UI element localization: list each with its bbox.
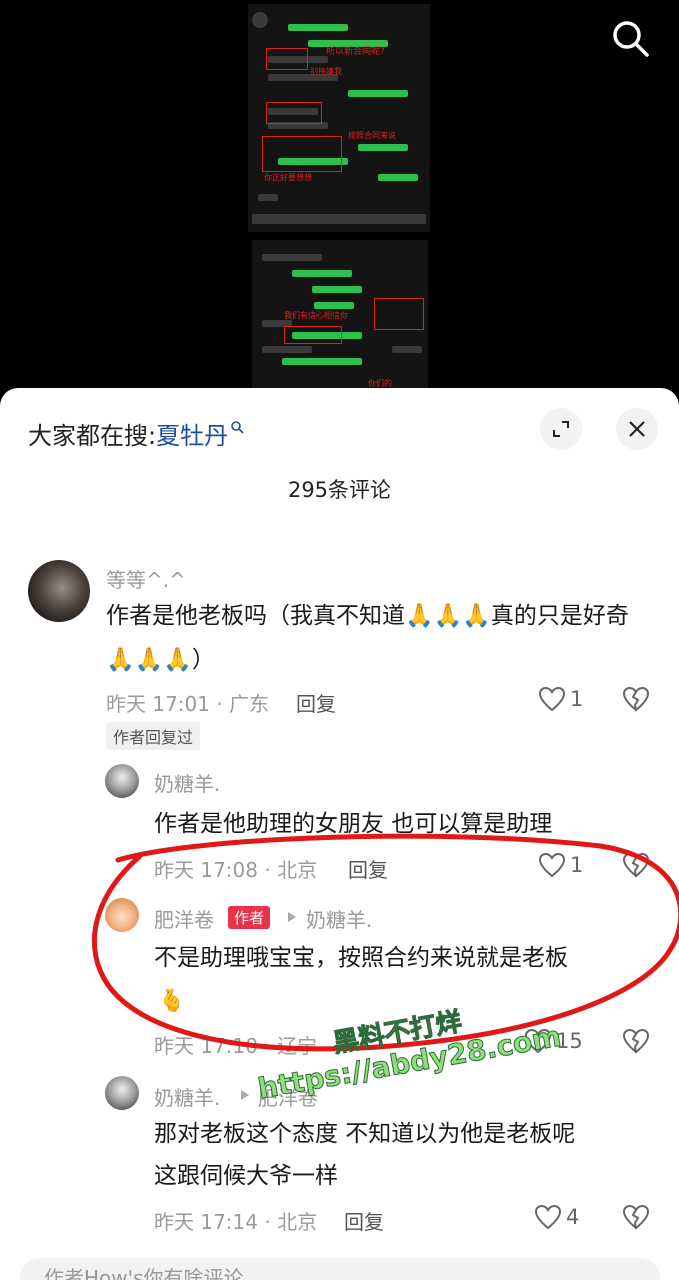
like-count: 4	[566, 1205, 580, 1229]
reply-button[interactable]: 回复	[348, 854, 388, 883]
reply-button[interactable]: 回复	[344, 1206, 384, 1235]
chat-caption: 你正好要想想	[264, 173, 312, 182]
background-post-image: 所以新合同呢? 别拖嫌我 按照合同来说 你正好要想想 我们有信心相信你 你们的	[0, 0, 679, 400]
dislike-icon[interactable]	[622, 1028, 650, 1054]
dislike-icon[interactable]	[622, 852, 650, 878]
comment-text[interactable]: 作者是他老板吗（我真不知道🙏🙏🙏真的只是好奇🙏🙏🙏）	[106, 594, 636, 682]
expand-button[interactable]	[540, 408, 582, 450]
like-button[interactable]: 1	[538, 852, 583, 878]
chat-screenshot-top: 所以新合同呢? 别拖嫌我 按照合同来说 你正好要想想	[248, 4, 430, 232]
search-icon	[231, 421, 244, 434]
reply-button[interactable]: 回复	[296, 688, 336, 717]
reply-author[interactable]: 肥洋卷	[154, 904, 214, 933]
reply-text[interactable]: 不是助理哦宝宝，按照合约来说就是老板	[154, 936, 568, 980]
comment-input[interactable]: 作者How's你有啥评论	[20, 1258, 660, 1280]
reply-arrow-icon	[241, 1090, 249, 1100]
chat-caption: 我们有信心相信你	[284, 311, 348, 320]
reply-text[interactable]: 那对老板这个态度 不知道以为他是老板呢	[154, 1112, 575, 1156]
like-button[interactable]: 4	[534, 1204, 579, 1230]
reply-text-line2[interactable]: 这跟伺候大爷一样	[154, 1154, 338, 1198]
chat-caption: 别拖嫌我	[310, 67, 342, 76]
chat-caption: 按照合同来说	[348, 131, 396, 140]
chat-caption: 所以新合同呢?	[326, 47, 385, 57]
trending-search-keyword[interactable]: 夏牡丹	[156, 422, 228, 450]
avatar[interactable]	[105, 764, 139, 798]
like-count: 1	[570, 687, 584, 711]
reply-emoji: 🫰	[158, 989, 186, 1014]
reply-author[interactable]: 奶糖羊.	[154, 1082, 220, 1111]
like-button[interactable]: 1	[538, 686, 583, 712]
heart-icon	[538, 686, 566, 712]
reply-text[interactable]: 作者是他助理的女朋友 也可以算是助理	[154, 802, 552, 846]
comment-timestamp: 昨天 17:01 · 广东	[106, 692, 270, 716]
like-count: 1	[570, 853, 584, 877]
search-icon[interactable]	[610, 18, 650, 58]
heart-icon	[538, 852, 566, 878]
comment-count: 295条评论	[287, 478, 392, 502]
comment-author[interactable]: 等等^.^	[106, 564, 186, 593]
heart-icon	[534, 1204, 562, 1230]
close-icon	[629, 421, 645, 437]
reply-timestamp: 昨天 17:14 · 北京	[154, 1210, 318, 1234]
avatar[interactable]	[105, 1076, 139, 1110]
author-badge: 作者	[228, 906, 271, 929]
close-button[interactable]	[616, 408, 658, 450]
expand-icon	[553, 421, 569, 437]
reply-to-user[interactable]: 奶糖羊.	[306, 904, 372, 933]
avatar[interactable]	[28, 560, 90, 622]
reply-timestamp: 昨天 17:10 · 辽宁	[154, 1034, 318, 1058]
dislike-icon[interactable]	[622, 1204, 650, 1230]
reply-timestamp: 昨天 17:08 · 北京	[154, 858, 318, 882]
trending-search-prefix: 大家都在搜:	[28, 422, 157, 450]
chat-screenshot-bottom: 我们有信心相信你 你们的	[252, 240, 428, 390]
avatar[interactable]	[105, 898, 139, 932]
author-replied-tag: 作者回复过	[106, 722, 201, 750]
comments-sheet: 大家都在搜:夏牡丹 295条评论 等等^.^ 作者是他老板吗（我真不知道🙏🙏🙏真…	[0, 388, 679, 1280]
reply-arrow-icon	[288, 912, 296, 922]
dislike-icon[interactable]	[622, 686, 650, 712]
trending-search[interactable]: 大家都在搜:夏牡丹	[28, 416, 244, 451]
reply-author[interactable]: 奶糖羊.	[154, 768, 220, 797]
